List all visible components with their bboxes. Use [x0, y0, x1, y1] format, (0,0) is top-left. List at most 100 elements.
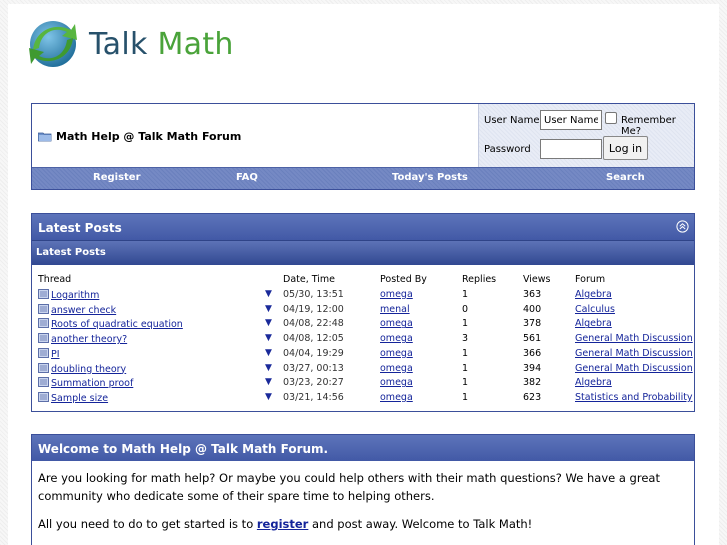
welcome-title: Welcome to Math Help @ Talk Math Forum. [32, 435, 694, 461]
views-cell: 400 [523, 303, 542, 315]
remember-me-checkbox[interactable] [605, 112, 617, 124]
views-cell: 378 [523, 318, 542, 330]
triangle-down-icon[interactable]: ▼ [265, 392, 272, 402]
date-cell: 03/21, 14:56 [283, 391, 344, 403]
col-views: Views [523, 274, 551, 285]
replies-cell: 1 [462, 391, 469, 403]
latest-posts-subheader: Latest Posts [32, 240, 694, 265]
latest-posts-panel: Latest Posts Latest Posts Thread Date, T… [31, 213, 695, 412]
nav-faq-link[interactable]: FAQ [236, 172, 258, 183]
forum-link[interactable]: Statistics and Probability [575, 392, 693, 403]
replies-cell: 3 [462, 333, 469, 345]
thread-cell: doubling theory [38, 362, 126, 375]
triangle-down-icon[interactable]: ▼ [265, 333, 272, 343]
triangle-down-icon[interactable]: ▼ [265, 377, 272, 387]
views-cell: 363 [523, 289, 542, 300]
triangle-down-icon[interactable]: ▼ [265, 348, 272, 358]
forum-link[interactable]: Algebra [575, 289, 612, 300]
forum-title: Math Help @ Talk Math Forum [38, 130, 241, 143]
thread-link[interactable]: Logarithm [51, 290, 99, 301]
posted-by-link[interactable]: omega [380, 348, 413, 359]
thread-link[interactable]: another theory? [51, 334, 127, 345]
posted-by-link[interactable]: omega [380, 377, 413, 388]
date-cell: 04/04, 19:29 [283, 347, 344, 359]
table-row: PI ▼ 04/04, 19:29 omega 1 366 General Math Dis… [32, 348, 694, 362]
thread-link[interactable]: doubling theory [51, 364, 126, 375]
forum-link[interactable]: General Math Discussion [575, 363, 693, 374]
col-posted-by: Posted By [380, 274, 427, 285]
col-thread: Thread [38, 274, 72, 285]
table-row: Roots of quadratic equation ▼ 04/08, 22:48… [32, 318, 694, 332]
welcome-paragraph-2: All you need to do to get started is to … [38, 517, 533, 531]
thread-cell: Roots of quadratic equation [38, 318, 183, 330]
forum-link[interactable]: Algebra [575, 318, 612, 329]
posted-by-link[interactable]: menal [380, 304, 410, 315]
triangle-down-icon[interactable]: ▼ [265, 304, 272, 314]
triangle-down-icon[interactable]: ▼ [265, 289, 272, 299]
thread-doc-icon [38, 333, 49, 343]
thread-doc-icon [38, 303, 49, 314]
table-row: Logarithm ▼ 05/30, 13:51 omega 1 363 Algebra [32, 289, 694, 303]
forum-link[interactable]: Algebra [575, 377, 612, 388]
nav-register-link[interactable]: Register [93, 172, 141, 183]
username-input[interactable] [540, 110, 602, 130]
posted-by-link[interactable]: omega [380, 289, 413, 300]
thread-doc-icon [38, 362, 49, 373]
table-row: Summation proof ▼ 03/23, 20:27 omega 1 382 Alg… [32, 377, 694, 391]
forum-link[interactable]: Calculus [575, 304, 615, 315]
forum-link[interactable]: General Math Discussion [575, 333, 693, 344]
collapse-icon[interactable] [676, 220, 689, 233]
thread-link[interactable]: Roots of quadratic equation [51, 319, 183, 330]
thread-cell: Summation proof [38, 377, 133, 389]
thread-link[interactable]: Sample size [51, 393, 108, 404]
login-button[interactable]: Log in [603, 136, 648, 160]
nav-search-link[interactable]: Search [606, 172, 645, 183]
date-cell: 04/08, 22:48 [283, 318, 344, 330]
talkmath-logo-icon [29, 21, 77, 67]
date-cell: 04/08, 12:05 [283, 333, 344, 345]
register-link[interactable]: register [257, 517, 308, 531]
posted-by-link[interactable]: omega [380, 318, 413, 329]
thread-cell: another theory? [38, 333, 127, 345]
posted-by-link[interactable]: omega [380, 363, 413, 374]
thread-doc-icon [38, 347, 49, 358]
col-replies: Replies [462, 274, 497, 285]
welcome-body: Are you looking for math help? Or maybe … [32, 461, 694, 545]
thread-doc-icon [38, 391, 49, 402]
folder-icon [38, 132, 52, 142]
triangle-down-icon[interactable]: ▼ [265, 318, 272, 328]
thread-link[interactable]: Summation proof [51, 378, 133, 389]
welcome-panel: Welcome to Math Help @ Talk Math Forum. … [31, 434, 695, 545]
nav-links-bar: Register FAQ Today's Posts Search [32, 167, 694, 189]
thread-cell: Sample size [38, 391, 108, 404]
forum-link[interactable]: General Math Discussion [575, 348, 693, 359]
replies-cell: 1 [462, 289, 469, 300]
col-forum: Forum [575, 274, 606, 285]
date-cell: 03/23, 20:27 [283, 377, 344, 389]
thread-doc-icon [38, 318, 49, 329]
site-logo[interactable]: Talk Math [25, 12, 234, 76]
table-row: doubling theory ▼ 03/27, 00:13 omega 1 394 Gen… [32, 363, 694, 377]
views-cell: 561 [523, 333, 542, 345]
date-cell: 05/30, 13:51 [283, 289, 344, 300]
table-row: Sample size ▼ 03/21, 14:56 omega 1 623 Statist… [32, 392, 694, 406]
password-label: Password [484, 144, 531, 155]
posted-by-link[interactable]: omega [380, 333, 413, 344]
table-row: answer check ▼ 04/19, 12:00 menal 0 400 Calcul… [32, 304, 694, 318]
thread-link[interactable]: answer check [51, 305, 116, 316]
thread-link[interactable]: PI [51, 349, 60, 360]
table-row: another theory? ▼ 04/08, 12:05 omega 3 561 Gen… [32, 333, 694, 347]
views-cell: 366 [523, 347, 542, 359]
remember-me-label: Remember Me? [621, 115, 676, 137]
nav-todays-posts-link[interactable]: Today's Posts [392, 172, 468, 183]
thread-cell: answer check [38, 303, 116, 316]
username-label: User Name [484, 115, 540, 126]
forum-title-text[interactable]: Math Help @ Talk Math Forum [56, 130, 241, 143]
password-input[interactable] [540, 139, 602, 159]
triangle-down-icon[interactable]: ▼ [265, 363, 272, 373]
posted-by-link[interactable]: omega [380, 392, 413, 403]
thread-doc-icon [38, 289, 49, 299]
latest-posts-header: Latest Posts [32, 214, 694, 240]
replies-cell: 0 [462, 303, 469, 315]
thread-cell: PI [38, 347, 60, 360]
